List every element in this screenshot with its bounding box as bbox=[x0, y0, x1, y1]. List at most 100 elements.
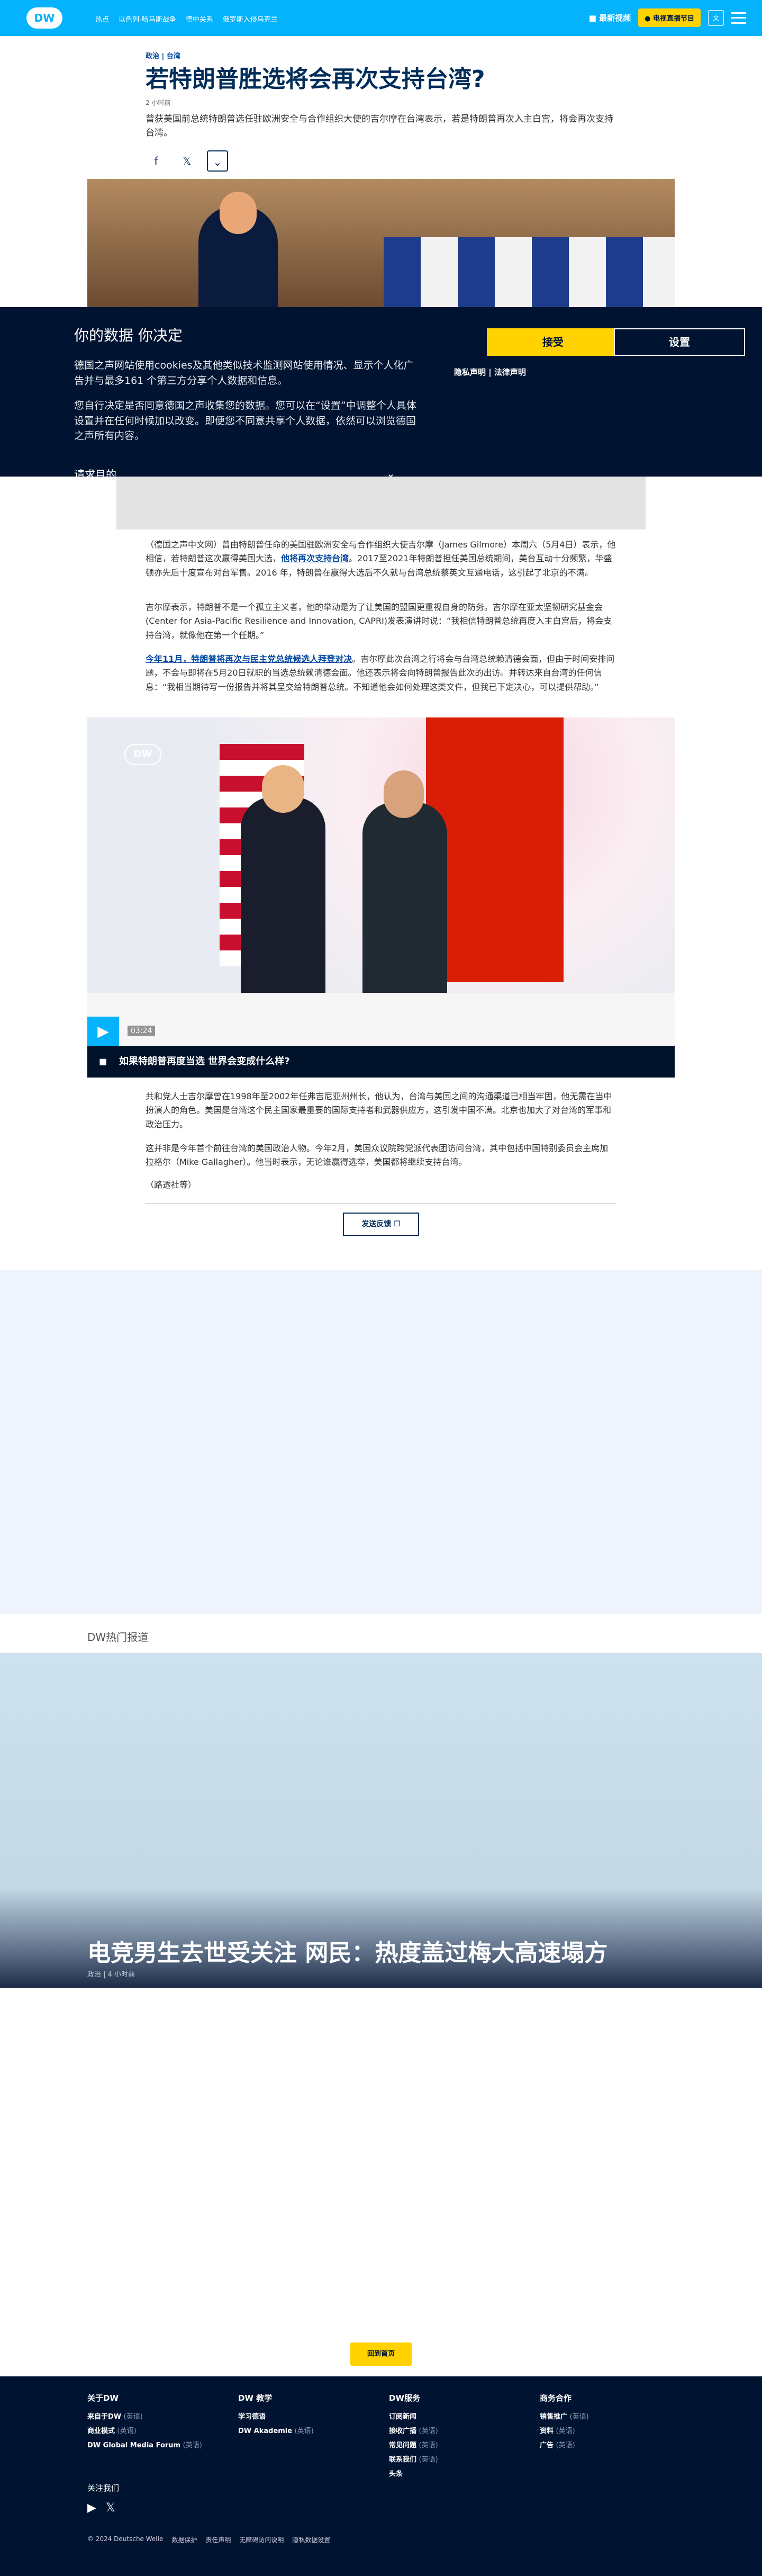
camera-icon: ■ bbox=[99, 1056, 107, 1066]
footer-link-lang: (英语) bbox=[556, 2427, 575, 2435]
cookie-consent-banner: 你的数据 你决定 德国之声网站使用cookies及其他类似技术监测网站使用情况、… bbox=[0, 307, 762, 481]
paragraph-5: 这并非是今年首个前往台湾的美国政治人物。今年2月，美国众议院跨党派代表团访问台湾… bbox=[146, 1143, 609, 1168]
article-lead: 曾获美国前总统特朗普选任驻欧洲安全与合作组织大使的吉尔摩在台湾表示，若是特朗普再… bbox=[146, 113, 613, 139]
footer-bottom-links: © 2024 Deutsche Welle 数据保护 责任声明 无障碍访问说明 … bbox=[87, 2535, 330, 2544]
back-to-top-button[interactable]: 回到首页 bbox=[350, 2342, 412, 2366]
live-tv-button[interactable]: ● 电视直播节目 bbox=[638, 8, 701, 27]
footer-link[interactable]: DW Global Media Forum (英语) bbox=[87, 2439, 202, 2449]
facebook-icon[interactable]: f bbox=[146, 150, 167, 172]
follow-us-label: 关注我们 bbox=[87, 2483, 120, 2493]
support-taiwan-link[interactable]: 他将再次支持台湾 bbox=[281, 553, 349, 563]
latest-video-link[interactable]: ■ 最新视频 bbox=[589, 12, 631, 23]
speaker-head bbox=[220, 192, 257, 234]
consent-title: 你的数据 你决定 bbox=[74, 327, 183, 344]
footer-bottom-link[interactable]: 无障碍访问说明 bbox=[239, 2535, 284, 2544]
footer-link-label: DW Global Media Forum bbox=[87, 2442, 181, 2449]
footer-link[interactable]: 订阅新闻 bbox=[389, 2411, 438, 2421]
article-header: 政治 | 台湾 若特朗普胜选将会再次支持台湾? 2 小时前 曾获美国前总统特朗普… bbox=[146, 50, 616, 172]
footer-link[interactable]: 学习德语 bbox=[238, 2411, 314, 2421]
x-icon[interactable]: 𝕏 bbox=[176, 150, 197, 172]
footer-bottom-link[interactable]: 责任声明 bbox=[205, 2535, 231, 2544]
footer-link-label: 来自于DW bbox=[87, 2413, 122, 2421]
nav-item-israel-hamas[interactable]: 以色列-哈马斯战争 bbox=[119, 14, 176, 24]
footer: 关于DW 来自于DW (英语) 商业模式 (英语) DW Global Medi… bbox=[0, 2376, 762, 2576]
nav-item-hot[interactable]: 热点 bbox=[95, 14, 109, 24]
source-note: （路透社等） bbox=[146, 1180, 197, 1190]
footer-link-lang: (英语) bbox=[419, 2427, 438, 2435]
featured-story[interactable]: 电竞男生去世受关注 网民：热度盖过梅大高速塌方 政治 | 4 小时前 bbox=[0, 1653, 762, 1988]
popular-section-title: DW热门报道 bbox=[87, 1631, 149, 1644]
video-player[interactable]: DW ▶ 03:24 bbox=[87, 717, 675, 1046]
footer-heading: 商务合作 bbox=[540, 2393, 572, 2403]
copyright: © 2024 Deutsche Welle bbox=[87, 2535, 164, 2543]
dw-logo[interactable]: DW bbox=[26, 7, 62, 29]
footer-link[interactable]: 接收广播 (英语) bbox=[389, 2425, 438, 2435]
social-links: ▶ 𝕏 bbox=[87, 2501, 115, 2515]
footer-link-label: 销售推广 bbox=[540, 2413, 568, 2421]
footer-link[interactable]: 头条 bbox=[389, 2468, 438, 2478]
footer-heading: DW服务 bbox=[389, 2393, 420, 2403]
menu-icon[interactable] bbox=[731, 12, 746, 24]
footer-link[interactable]: 广告 (英语) bbox=[540, 2439, 589, 2449]
footer-heading: DW 教学 bbox=[238, 2393, 273, 2403]
paragraph-1: （德国之声中文网）曾由特朗普任命的美国驻欧洲安全与合作组织大使吉尔摩（James… bbox=[146, 538, 616, 580]
footer-link-lang: (英语) bbox=[569, 2413, 589, 2421]
footer-link-label: 资料 bbox=[540, 2427, 554, 2435]
copy-icon: ❐ bbox=[394, 1220, 401, 1228]
footer-link-label: 学习德语 bbox=[238, 2413, 266, 2421]
video-caption[interactable]: ■ 如果特朗普再度当选 世界会变成什么样? bbox=[87, 1046, 675, 1078]
nav-item-germany-china[interactable]: 德中关系 bbox=[186, 14, 213, 24]
settings-button[interactable]: 设置 bbox=[614, 328, 745, 356]
featured-title[interactable]: 电竞男生去世受关注 网民：热度盖过梅大高速塌方 bbox=[87, 1934, 607, 1968]
share-bar: f 𝕏 ⌄ bbox=[146, 150, 616, 172]
footer-link-lang: (英语) bbox=[123, 2413, 143, 2421]
live-tv-label: 电视直播节目 bbox=[652, 15, 694, 23]
footer-link-label: 订阅新闻 bbox=[389, 2413, 417, 2421]
accept-button[interactable]: 接受 bbox=[487, 328, 619, 356]
figure-right-head bbox=[384, 770, 424, 818]
figure-left bbox=[241, 797, 325, 1014]
footer-link-lang: (英语) bbox=[294, 2427, 314, 2435]
footer-link-lang: (英语) bbox=[419, 2456, 438, 2464]
top-bar: DW 热点 以色列-哈马斯战争 德中关系 俄罗斯入侵乌克兰 ■ 最新视频 ● 电… bbox=[0, 0, 762, 36]
youtube-icon[interactable]: ▶ bbox=[87, 2501, 96, 2515]
video-dw-logo: DW bbox=[124, 744, 161, 765]
figure-left-head bbox=[262, 765, 304, 813]
footer-link[interactable]: 销售推广 (英语) bbox=[540, 2411, 589, 2421]
consent-text-1: 德国之声网站使用cookies及其他类似技术监测网站使用情况、显示个人化广告并与… bbox=[74, 360, 414, 387]
footer-link-lang: (英语) bbox=[556, 2442, 575, 2449]
legal-links[interactable]: 隐私声明 | 法律声明 bbox=[454, 366, 526, 378]
consent-purposes[interactable]: 请求目的 bbox=[74, 466, 116, 481]
breadcrumb[interactable]: 政治 | 台湾 bbox=[146, 50, 616, 60]
send-feedback-button[interactable]: 发送反馈 ❐ bbox=[343, 1213, 419, 1236]
footer-link[interactable]: 常见问题 (英语) bbox=[389, 2439, 438, 2449]
footer-link-label: 常见问题 bbox=[389, 2442, 417, 2449]
footer-link-label: DW Akademie bbox=[238, 2427, 293, 2435]
footer-link[interactable]: 商业模式 (英语) bbox=[87, 2425, 202, 2435]
video-duration: 03:24 bbox=[128, 1026, 156, 1036]
election-link[interactable]: 今年11月，特朗普将再次与民主党总统候选人拜登对决 bbox=[146, 654, 352, 664]
language-button[interactable]: 文 bbox=[708, 10, 724, 26]
play-icon[interactable]: ▶ bbox=[87, 1017, 119, 1046]
footer-col-business: 商务合作 销售推广 (英语) 资料 (英语) 广告 (英语) bbox=[540, 2392, 589, 2454]
footer-heading: 关于DW bbox=[87, 2393, 119, 2403]
footer-link[interactable]: 联系我们 (英语) bbox=[389, 2454, 438, 2464]
footer-bottom-link[interactable]: 数据保护 bbox=[171, 2535, 197, 2544]
footer-col-about: 关于DW 来自于DW (英语) 商业模式 (英语) DW Global Medi… bbox=[87, 2392, 202, 2454]
paragraph-4: 共和党人士吉尔摩曾在1998年至2002年任弗吉尼亚州州长，他认为，台湾与美国之… bbox=[146, 1091, 612, 1129]
footer-link[interactable]: 资料 (英语) bbox=[540, 2425, 589, 2435]
top-nav: 热点 以色列-哈马斯战争 德中关系 俄罗斯入侵乌克兰 bbox=[95, 14, 278, 24]
latest-video-label: 最新视频 bbox=[599, 13, 631, 23]
more-share-icon[interactable]: ⌄ bbox=[207, 150, 228, 172]
footer-bottom-link[interactable]: 隐私数据设置 bbox=[292, 2535, 330, 2544]
x-icon[interactable]: 𝕏 bbox=[106, 2501, 115, 2515]
nav-item-ukraine[interactable]: 俄罗斯入侵乌克兰 bbox=[223, 14, 278, 24]
send-feedback-label: 发送反馈 bbox=[361, 1220, 392, 1228]
footer-link-label: 广告 bbox=[540, 2442, 554, 2449]
video-caption-text: 如果特朗普再度当选 世界会变成什么样? bbox=[119, 1056, 290, 1067]
footer-link[interactable]: DW Akademie (英语) bbox=[238, 2425, 314, 2435]
paragraph-3: 今年11月，特朗普将再次与民主党总统候选人拜登对决。吉尔摩此次台湾之行将会与台湾… bbox=[146, 652, 616, 694]
footer-link[interactable]: 来自于DW (英语) bbox=[87, 2411, 202, 2421]
consent-text-2: 您自行决定是否同意德国之声收集您的数据。您可以在“设置”中调整个人具体设置并在任… bbox=[74, 400, 416, 442]
article-time: 2 小时前 bbox=[146, 98, 171, 106]
